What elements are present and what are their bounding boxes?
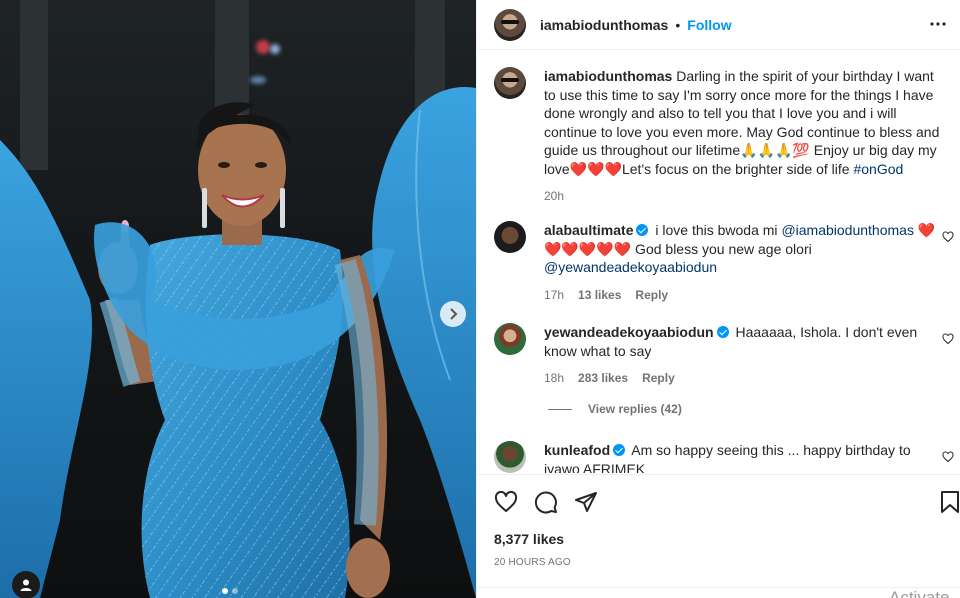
- avatar[interactable]: [494, 441, 526, 473]
- verified-badge-icon: [613, 444, 626, 456]
- comment-time[interactable]: 18h: [544, 369, 564, 388]
- comment-text-continued: God bless you new age olori: [631, 240, 812, 257]
- more-horizontal-icon: [930, 22, 946, 26]
- view-replies-label: View replies (42): [588, 402, 682, 416]
- post-caption: iamabiodunthomas Darling in the spirit o…: [494, 67, 954, 206]
- comment-body: alabaultimate i love this bwoda mi @iama…: [544, 221, 944, 304]
- chevron-right-icon: [450, 308, 458, 320]
- carousel-indicators: [222, 588, 238, 594]
- comment-meta: 17h 13 likes Reply: [544, 286, 944, 305]
- save-button[interactable]: [937, 489, 960, 515]
- like-comment-heart-icon[interactable]: [942, 231, 954, 243]
- follow-button[interactable]: Follow: [687, 17, 731, 33]
- heart-emojis: ❤️❤️❤️: [569, 160, 622, 177]
- caption-text-continued: Let's focus on the brighter side of life: [621, 160, 854, 177]
- send-icon: [575, 492, 597, 512]
- caption-meta: 20h: [544, 187, 944, 206]
- caption-time[interactable]: 20h: [544, 187, 564, 206]
- like-button[interactable]: [493, 489, 519, 515]
- like-comment-heart-icon[interactable]: [942, 333, 954, 345]
- comment-username[interactable]: kunleafod: [544, 442, 610, 458]
- verified-badge-icon: [636, 224, 649, 236]
- mention-link[interactable]: @yewandeadekoyaabiodun: [544, 259, 717, 275]
- carousel-dot-active: [222, 588, 228, 594]
- carousel-next-button[interactable]: [440, 301, 466, 327]
- comments-list[interactable]: iamabiodunthomas Darling in the spirit o…: [477, 51, 960, 473]
- mention-link[interactable]: @iamabiodunthomas: [781, 222, 914, 238]
- comment-item: yewandeadekoyaabiodun Haaaaaa, Ishola. I…: [494, 323, 954, 388]
- bookmark-icon: [941, 491, 959, 513]
- post-side-panel: iamabiodunthomas • Follow iamabiodunthom…: [476, 0, 960, 598]
- post-timestamp[interactable]: 20 HOURS AGO: [494, 557, 571, 568]
- comment-likes[interactable]: 13 likes: [578, 286, 621, 305]
- comment-button[interactable]: [533, 489, 559, 515]
- caption-username[interactable]: iamabiodunthomas: [544, 68, 672, 84]
- separator-dot: •: [675, 16, 681, 33]
- carousel-dot: [232, 588, 238, 594]
- comment-item: kunleafod Am so happy seeing this ... ha…: [494, 441, 954, 473]
- comment-body: kunleafod Am so happy seeing this ... ha…: [544, 441, 944, 473]
- avatar[interactable]: [494, 8, 526, 41]
- woman-in-blue-gown-figure: [0, 86, 476, 598]
- avatar[interactable]: [494, 67, 526, 99]
- comment-username[interactable]: alabaultimate: [544, 222, 633, 238]
- comment-likes[interactable]: 283 likes: [578, 369, 628, 388]
- likes-count[interactable]: 8,377 likes: [494, 531, 564, 547]
- verified-badge-icon: [716, 326, 729, 338]
- hashtag-link[interactable]: #onGod: [853, 161, 903, 177]
- heart-icon: [494, 490, 518, 512]
- divider: [477, 587, 960, 588]
- reply-button[interactable]: Reply: [642, 369, 675, 388]
- comment-time[interactable]: 17h: [544, 286, 564, 305]
- comment-username[interactable]: yewandeadekoyaabiodun: [544, 324, 714, 340]
- avatar[interactable]: [494, 221, 526, 253]
- comment-item: alabaultimate i love this bwoda mi @iama…: [494, 221, 954, 304]
- post-photo[interactable]: [0, 0, 476, 598]
- view-replies-button[interactable]: View replies (42): [548, 402, 682, 416]
- comment-text: i love this bwoda mi: [651, 222, 782, 238]
- caption-body: iamabiodunthomas Darling in the spirit o…: [544, 67, 944, 206]
- like-comment-heart-icon[interactable]: [942, 451, 954, 463]
- tagged-users-button[interactable]: [12, 571, 40, 598]
- comment-body: yewandeadekoyaabiodun Haaaaaa, Ishola. I…: [544, 323, 944, 388]
- share-button[interactable]: [573, 489, 599, 515]
- post-header: iamabiodunthomas • Follow: [477, 0, 960, 50]
- avatar[interactable]: [494, 323, 526, 355]
- user-icon: [20, 579, 32, 591]
- post-actions: 8,377 likes 20 HOURS AGO Activate: [477, 474, 960, 598]
- post-author-username[interactable]: iamabiodunthomas: [540, 17, 668, 33]
- divider-line: [548, 408, 572, 410]
- windows-activation-watermark: Activate: [889, 588, 950, 598]
- more-options-button[interactable]: [926, 12, 950, 36]
- comment-meta: 18h 283 likes Reply: [544, 369, 944, 388]
- reply-button[interactable]: Reply: [635, 286, 668, 305]
- comment-icon: [534, 491, 557, 514]
